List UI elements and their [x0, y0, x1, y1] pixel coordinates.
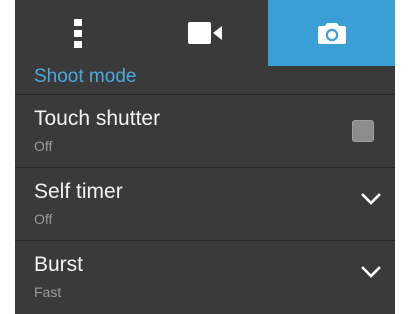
- section-header-shoot-mode: Shoot mode: [15, 66, 395, 95]
- chevron-down-icon[interactable]: [361, 192, 381, 211]
- setting-self-timer[interactable]: Self timer Off: [15, 168, 395, 241]
- settings-tab-bar: [15, 0, 395, 66]
- touch-shutter-checkbox[interactable]: [352, 120, 374, 142]
- camera-icon: [317, 22, 346, 44]
- tab-camera-settings[interactable]: [268, 0, 395, 66]
- section-title: Shoot mode: [34, 66, 137, 87]
- setting-title: Self timer: [34, 180, 123, 203]
- chevron-down-icon[interactable]: [361, 265, 381, 284]
- tab-more-settings[interactable]: [15, 0, 142, 66]
- more-vert-icon: [74, 18, 83, 48]
- camera-settings-panel: Shoot mode Touch shutter Off Self timer …: [15, 0, 395, 314]
- setting-title: Burst: [34, 253, 84, 276]
- setting-title: Touch shutter: [34, 107, 161, 130]
- setting-touch-shutter[interactable]: Touch shutter Off: [15, 95, 395, 168]
- tab-video-settings[interactable]: [142, 0, 269, 66]
- setting-burst[interactable]: Burst Fast: [15, 241, 395, 313]
- setting-value: Off: [34, 138, 53, 154]
- setting-value: Off: [34, 211, 53, 227]
- video-camera-icon: [188, 22, 222, 44]
- setting-value: Fast: [34, 284, 62, 300]
